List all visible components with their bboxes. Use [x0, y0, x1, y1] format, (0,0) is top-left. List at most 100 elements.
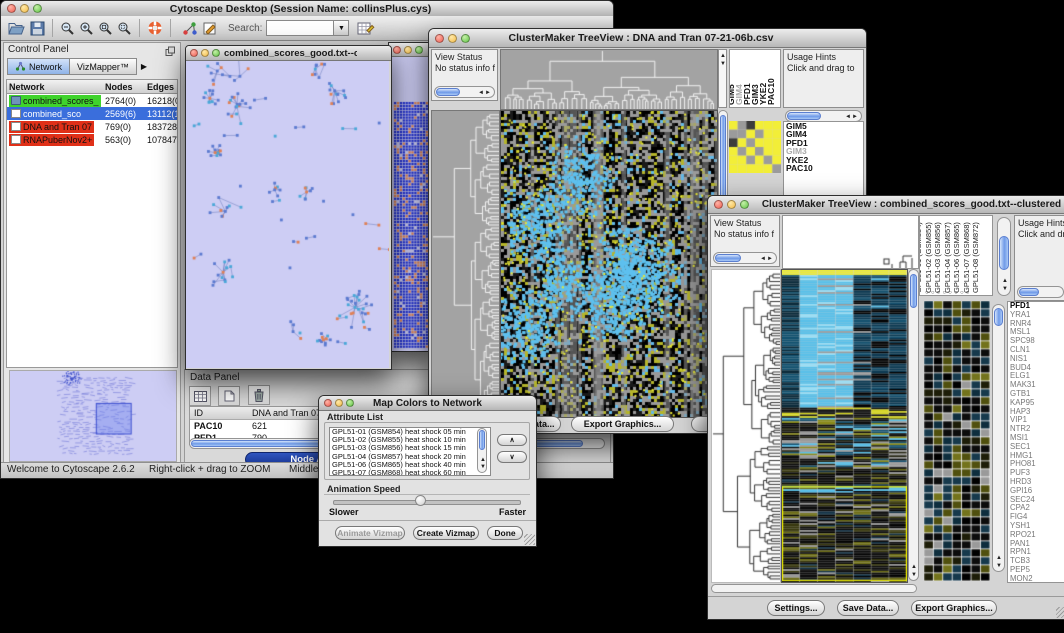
column-dendrogram-canvas[interactable] [500, 49, 718, 110]
network-canvas[interactable] [186, 61, 389, 368]
zoom-in-icon[interactable] [79, 21, 94, 36]
column-dendrogram-canvas[interactable] [782, 215, 919, 269]
row-dendrogram-canvas[interactable] [431, 110, 500, 418]
export-graphics-button[interactable]: Export Graphics... [911, 600, 997, 616]
annotation-icon[interactable] [202, 21, 218, 36]
close-button[interactable] [393, 46, 401, 54]
network-canvas-2[interactable] [389, 57, 431, 351]
tab-overflow-arrow[interactable]: ▶ [141, 62, 147, 71]
network-tab-icon [15, 61, 26, 73]
tab-vizmapper[interactable]: VizMapper™ [70, 58, 137, 75]
usage-hints-line2: Click and drag to [1018, 229, 1064, 240]
treeview2-hscrollbar[interactable] [711, 584, 917, 593]
column-label: GPL51-06 (GSM865) [952, 222, 961, 293]
minimize-button[interactable] [335, 399, 343, 407]
network-table: Network Nodes Edges combined_scores_ 276… [6, 79, 178, 368]
view-status-line2: No status info f [714, 229, 779, 240]
move-up-button[interactable]: ∧ [497, 434, 527, 446]
network-row[interactable]: combined_sco 2569(6) 13112(15) [7, 107, 177, 120]
export-graphics-button[interactable]: Export Graphics... [571, 416, 674, 432]
animation-speed-slider[interactable] [333, 500, 521, 505]
view-status-line1: View Status [714, 218, 779, 229]
resize-grip[interactable] [524, 534, 535, 545]
close-button[interactable] [714, 200, 723, 209]
gene-list-vscrollbar[interactable]: ▲▼ [992, 304, 1005, 572]
zoom-button[interactable] [33, 4, 42, 13]
move-down-button[interactable]: ∨ [497, 451, 527, 463]
column-labels-vscrollbar[interactable]: ▲▼ [997, 217, 1011, 296]
zoom-button[interactable] [346, 399, 354, 407]
tab-network[interactable]: Network [7, 58, 70, 75]
usage-hints-hscrollbar[interactable] [1017, 286, 1064, 298]
close-button[interactable] [7, 4, 16, 13]
network-row-icon [11, 109, 21, 118]
delete-attribute-icon[interactable] [248, 385, 270, 405]
treeview2-vscrollbar[interactable]: ▲▼ [908, 269, 919, 581]
attribute-table-icon[interactable] [189, 386, 211, 406]
summary-heatmap-canvas[interactable] [729, 121, 781, 173]
open-file-icon[interactable] [8, 21, 26, 36]
main-titlebar[interactable]: Cytoscape Desktop (Session Name: collins… [1, 1, 613, 17]
view-status-hscrollbar[interactable]: ◄► [434, 86, 495, 98]
usage-hints-line2: Click and drag to [787, 63, 863, 74]
vizmap-icon[interactable] [182, 21, 198, 36]
search-input[interactable] [266, 20, 334, 36]
view-status-panel: View Status No status info f ◄► [431, 49, 498, 101]
save-data-button[interactable]: Save Data... [837, 600, 899, 616]
gene-label: PAC10 [784, 164, 863, 172]
zoom-out-icon[interactable] [60, 21, 75, 36]
attribute-item[interactable]: GPL51-07 (GSM868) heat shock 60 min [330, 469, 490, 476]
faster-label: Faster [499, 507, 526, 517]
table-editor-icon[interactable] [357, 21, 375, 36]
new-attribute-icon[interactable] [218, 386, 240, 406]
resize-grip[interactable] [1056, 607, 1064, 618]
minimize-button[interactable] [404, 46, 412, 54]
column-label: GPL51-01 (GSM854) [919, 222, 923, 293]
network-row[interactable]: DNA and Tran 07 769(0) 183728(0) [7, 120, 177, 133]
animation-speed-slider-thumb[interactable] [415, 495, 426, 506]
column-label: GPL51-03 (GSM856) [933, 222, 942, 293]
close-button[interactable] [324, 399, 332, 407]
zoom-button[interactable] [461, 34, 470, 43]
network-row-icon [11, 96, 21, 105]
heatmap-canvas[interactable] [781, 269, 908, 583]
network-overview-canvas[interactable] [9, 370, 177, 462]
settings-button[interactable]: Settings... [767, 600, 825, 616]
network-row[interactable]: combined_scores_ 2764(0) 16218(0) [7, 94, 177, 107]
attribute-list-group: GPL51-01 (GSM854) heat shock 05 minGPL51… [324, 422, 530, 480]
save-icon[interactable] [30, 21, 45, 36]
zoom-button[interactable] [415, 46, 423, 54]
minimize-button[interactable] [201, 49, 209, 57]
treeview2-title: ClusterMaker TreeView : combined_scores_… [755, 199, 1064, 210]
help-lifesaver-icon[interactable] [147, 20, 163, 36]
row-dendrogram-canvas[interactable] [711, 269, 781, 583]
column-label: GPL51-08 (GSM872) [971, 222, 980, 293]
zoom-heatmap-canvas[interactable] [924, 301, 990, 581]
close-button[interactable] [435, 34, 444, 43]
minimize-button[interactable] [727, 200, 736, 209]
close-button[interactable] [190, 49, 198, 57]
network-row[interactable]: RNAPuberNov2+ 563(0) 107847(0) [7, 133, 177, 146]
animate-vizmap-button[interactable]: Animate Vizmap [335, 526, 405, 540]
gene-label: MON2 [1008, 575, 1064, 583]
zoom-fit-icon[interactable] [98, 21, 113, 36]
minimize-button[interactable] [20, 4, 29, 13]
animation-speed-label: Animation Speed [327, 484, 401, 494]
zoom-button[interactable] [212, 49, 220, 57]
minimize-button[interactable] [448, 34, 457, 43]
done-button[interactable]: Done [487, 526, 523, 540]
zoom-selected-icon[interactable] [117, 21, 132, 36]
search-dropdown-button[interactable]: ▼ [334, 20, 349, 36]
create-vizmap-button[interactable]: Create Vizmap [413, 526, 479, 540]
zoom-button[interactable] [740, 200, 749, 209]
usage-hints-line1: Usage Hints [1018, 218, 1064, 229]
network-row-icon [11, 135, 21, 144]
attribute-list[interactable]: GPL51-01 (GSM854) heat shock 05 minGPL51… [329, 427, 491, 476]
main-window-title: Cytoscape Desktop (Session Name: collins… [48, 3, 553, 15]
view-status-hscrollbar[interactable]: ◄► [713, 252, 777, 264]
attribute-list-vscrollbar[interactable]: ▲▼ [477, 428, 487, 473]
window-controls [1, 4, 48, 13]
heatmap-canvas[interactable] [500, 110, 718, 418]
treeview2-gene-list[interactable]: PFD1YRA1RNR4MSL1SPC98CLN1NIS1BUD4ELG1MAK… [1007, 301, 1064, 583]
attribute-list-label: Attribute List [327, 412, 383, 422]
